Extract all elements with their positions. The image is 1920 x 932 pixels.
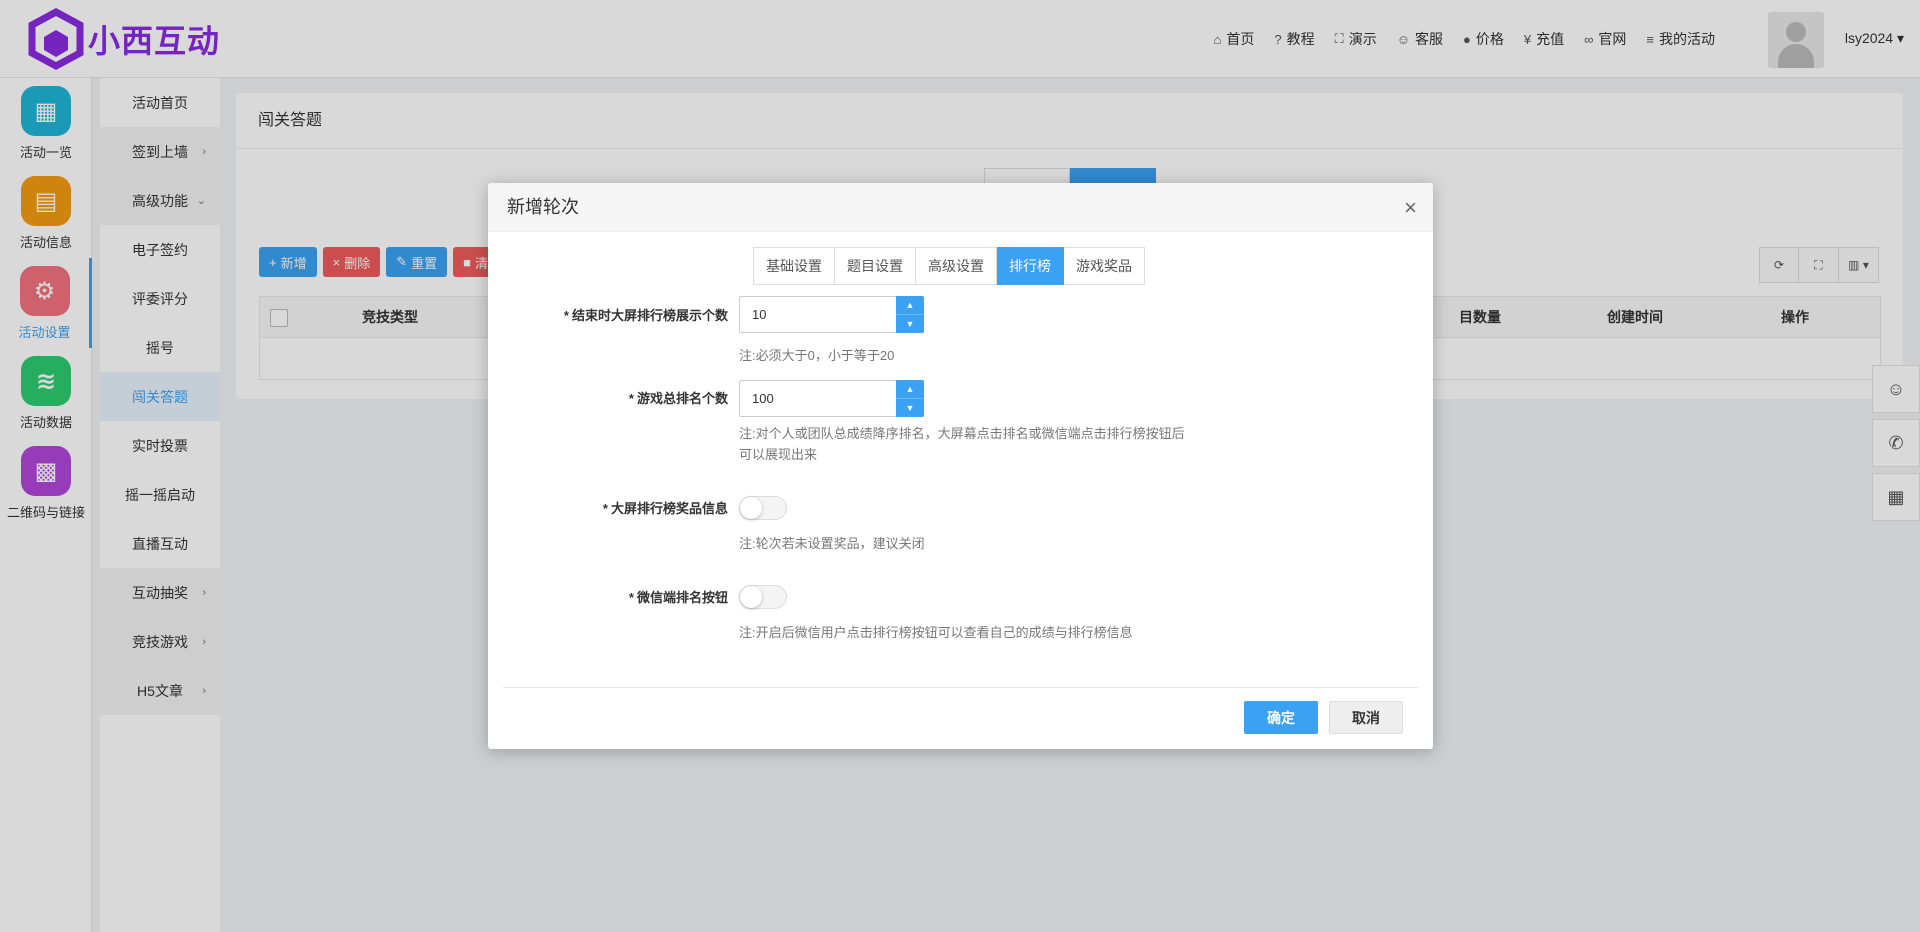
rank-total-label: * 游戏总排名个数 (628, 391, 728, 406)
rank-total-input[interactable]: ▲ ▼ (739, 380, 924, 417)
spin-up-icon[interactable]: ▲ (896, 380, 924, 398)
modal-tab[interactable]: 游戏奖品 (1064, 247, 1145, 285)
modal-title: 新增轮次 (507, 197, 579, 217)
cancel-button[interactable]: 取消 (1329, 701, 1403, 734)
rank-prize-label: * 大屏排行榜奖品信息 (602, 501, 728, 516)
spin-down-icon[interactable]: ▼ (896, 398, 924, 417)
modal-header: 新增轮次 × (488, 183, 1433, 232)
modal-tab[interactable]: 高级设置 (916, 247, 997, 285)
rank-total-note: 注:对个人或团队总成绩降序排名，大屏幕点击排名或微信端点击排行榜按钮后可以展现出… (739, 426, 1185, 462)
rank-prize-note: 注:轮次若未设置奖品，建议关闭 (739, 536, 925, 551)
spin-down-icon[interactable]: ▼ (896, 314, 924, 333)
modal-tab[interactable]: 题目设置 (835, 247, 916, 285)
rank-total-value[interactable] (740, 381, 895, 416)
confirm-button[interactable]: 确定 (1244, 701, 1318, 734)
modal-tab[interactable]: 排行榜 (997, 247, 1064, 285)
rank-display-input[interactable]: ▲ ▼ (739, 296, 924, 333)
rank-display-value[interactable] (740, 297, 895, 332)
rank-display-note: 注:必须大于0，小于等于20 (739, 348, 895, 363)
rank-total-spinner[interactable]: ▲ ▼ (896, 380, 924, 417)
divider (503, 687, 1418, 688)
wechat-rank-note: 注:开启后微信用户点击排行榜按钮可以查看自己的成绩与排行榜信息 (739, 625, 1133, 640)
add-round-modal: 新增轮次 × 基础设置 题目设置 高级设置 排行榜 游戏奖品 * 结束时大屏排行榜展示个数… (488, 183, 1433, 749)
rank-prize-toggle[interactable] (739, 496, 787, 520)
spin-up-icon[interactable]: ▲ (896, 296, 924, 314)
modal-tabs: 基础设置 题目设置 高级设置 排行榜 游戏奖品 (753, 247, 1145, 285)
wechat-rank-toggle[interactable] (739, 585, 787, 609)
modal-tab[interactable]: 基础设置 (753, 247, 835, 285)
rank-display-spinner[interactable]: ▲ ▼ (896, 296, 924, 333)
wechat-rank-label: * 微信端排名按钮 (628, 590, 728, 605)
close-icon[interactable]: × (1404, 183, 1417, 232)
rank-display-label: * 结束时大屏排行榜展示个数 (563, 308, 728, 323)
